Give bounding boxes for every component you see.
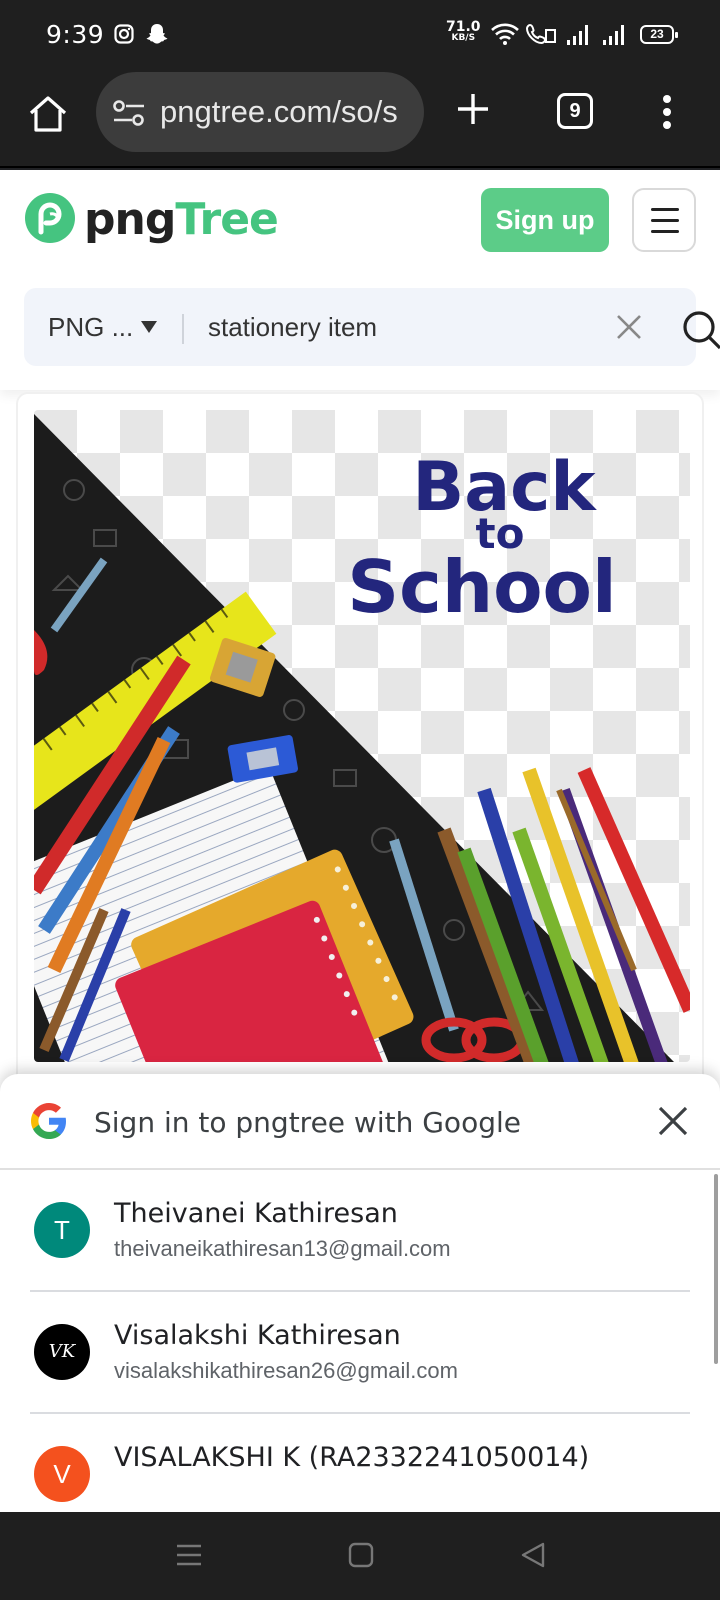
- network-speed-value: 71.0: [446, 19, 481, 35]
- logo-text-green: Tree: [175, 194, 279, 245]
- logo-text-dark: png: [84, 194, 176, 245]
- new-tab-icon[interactable]: [456, 92, 490, 126]
- site-settings-icon[interactable]: [112, 100, 146, 126]
- home-button-icon[interactable]: [348, 1542, 374, 1568]
- home-icon[interactable]: [26, 92, 70, 136]
- menu-button[interactable]: [632, 188, 696, 252]
- avatar: VK: [34, 1324, 90, 1380]
- account-email: theivaneikathiresan13@gmail.com: [114, 1236, 451, 1261]
- search-icon[interactable]: [682, 310, 720, 350]
- sign-up-button[interactable]: Sign up: [481, 188, 609, 252]
- volte-call-icon: [526, 23, 556, 45]
- account-row[interactable]: V VISALAKSHI K (RA2332241050014): [30, 1416, 690, 1512]
- search-input[interactable]: stationery item: [208, 312, 377, 343]
- avatar: T: [34, 1202, 90, 1258]
- google-signin-header: Sign in to pngtree with Google: [0, 1074, 720, 1170]
- snapchat-icon: [146, 24, 168, 44]
- account-name: Visalakshi Kathiresan: [114, 1320, 401, 1351]
- pngtree-wordmark: pngTree: [84, 194, 279, 245]
- result-card[interactable]: Back to School: [16, 392, 704, 1092]
- system-nav-bar: [0, 1512, 720, 1600]
- divider: [182, 314, 184, 344]
- account-row[interactable]: T Theivanei Kathiresan theivaneikathires…: [30, 1172, 690, 1292]
- menu-icon-line: [651, 230, 679, 233]
- search-type-dropdown[interactable]: PNG ...: [48, 312, 133, 343]
- scrollbar[interactable]: [714, 1174, 718, 1364]
- web-page: pngTree Sign up PNG ... stationery item: [0, 170, 720, 1512]
- tab-switcher-button[interactable]: 9: [557, 93, 593, 129]
- browser-toolbar: pngtree.com/so/s 9: [0, 70, 720, 168]
- battery-icon: 23: [640, 25, 678, 44]
- account-row[interactable]: VK Visalakshi Kathiresan visalakshikathi…: [30, 1294, 690, 1414]
- clear-icon[interactable]: [614, 312, 644, 342]
- pngtree-logo-icon: [25, 193, 75, 243]
- signal-icon: [567, 25, 588, 45]
- account-email: visalakshikathiresan26@gmail.com: [114, 1358, 458, 1383]
- search-bar: PNG ... stationery item: [24, 288, 720, 366]
- status-bar: 9:39 71.0 KB/S 23: [0, 0, 720, 70]
- network-speed: 71.0 KB/S: [446, 19, 481, 44]
- back-to-school-image[interactable]: Back to School: [34, 410, 690, 1062]
- artwork-text-school: School: [347, 545, 616, 629]
- avatar: V: [34, 1446, 90, 1502]
- wifi-icon: [491, 23, 519, 45]
- dropdown-caret-icon[interactable]: [140, 320, 158, 334]
- google-icon: [31, 1103, 66, 1139]
- pngtree-logo[interactable]: pngTree: [24, 192, 279, 249]
- site-header: pngTree Sign up PNG ... stationery item: [0, 170, 720, 390]
- address-bar[interactable]: pngtree.com/so/s: [96, 72, 424, 152]
- account-name: VISALAKSHI K (RA2332241050014): [114, 1442, 590, 1473]
- menu-icon-line: [651, 208, 679, 211]
- account-name: Theivanei Kathiresan: [114, 1198, 398, 1229]
- url-text[interactable]: pngtree.com/so/s: [160, 94, 398, 130]
- artwork-graphic: Back to School: [34, 410, 690, 1062]
- menu-icon-line: [651, 219, 679, 222]
- google-signin-sheet: Sign in to pngtree with Google T Theivan…: [0, 1074, 720, 1512]
- recent-apps-icon[interactable]: [176, 1542, 202, 1568]
- close-icon[interactable]: [656, 1104, 690, 1138]
- back-icon[interactable]: [520, 1542, 546, 1568]
- signal-icon: [603, 25, 624, 45]
- instagram-icon: [114, 24, 134, 44]
- more-options-icon[interactable]: [662, 94, 672, 130]
- status-time: 9:39: [46, 20, 105, 49]
- signin-title: Sign in to pngtree with Google: [94, 1106, 521, 1139]
